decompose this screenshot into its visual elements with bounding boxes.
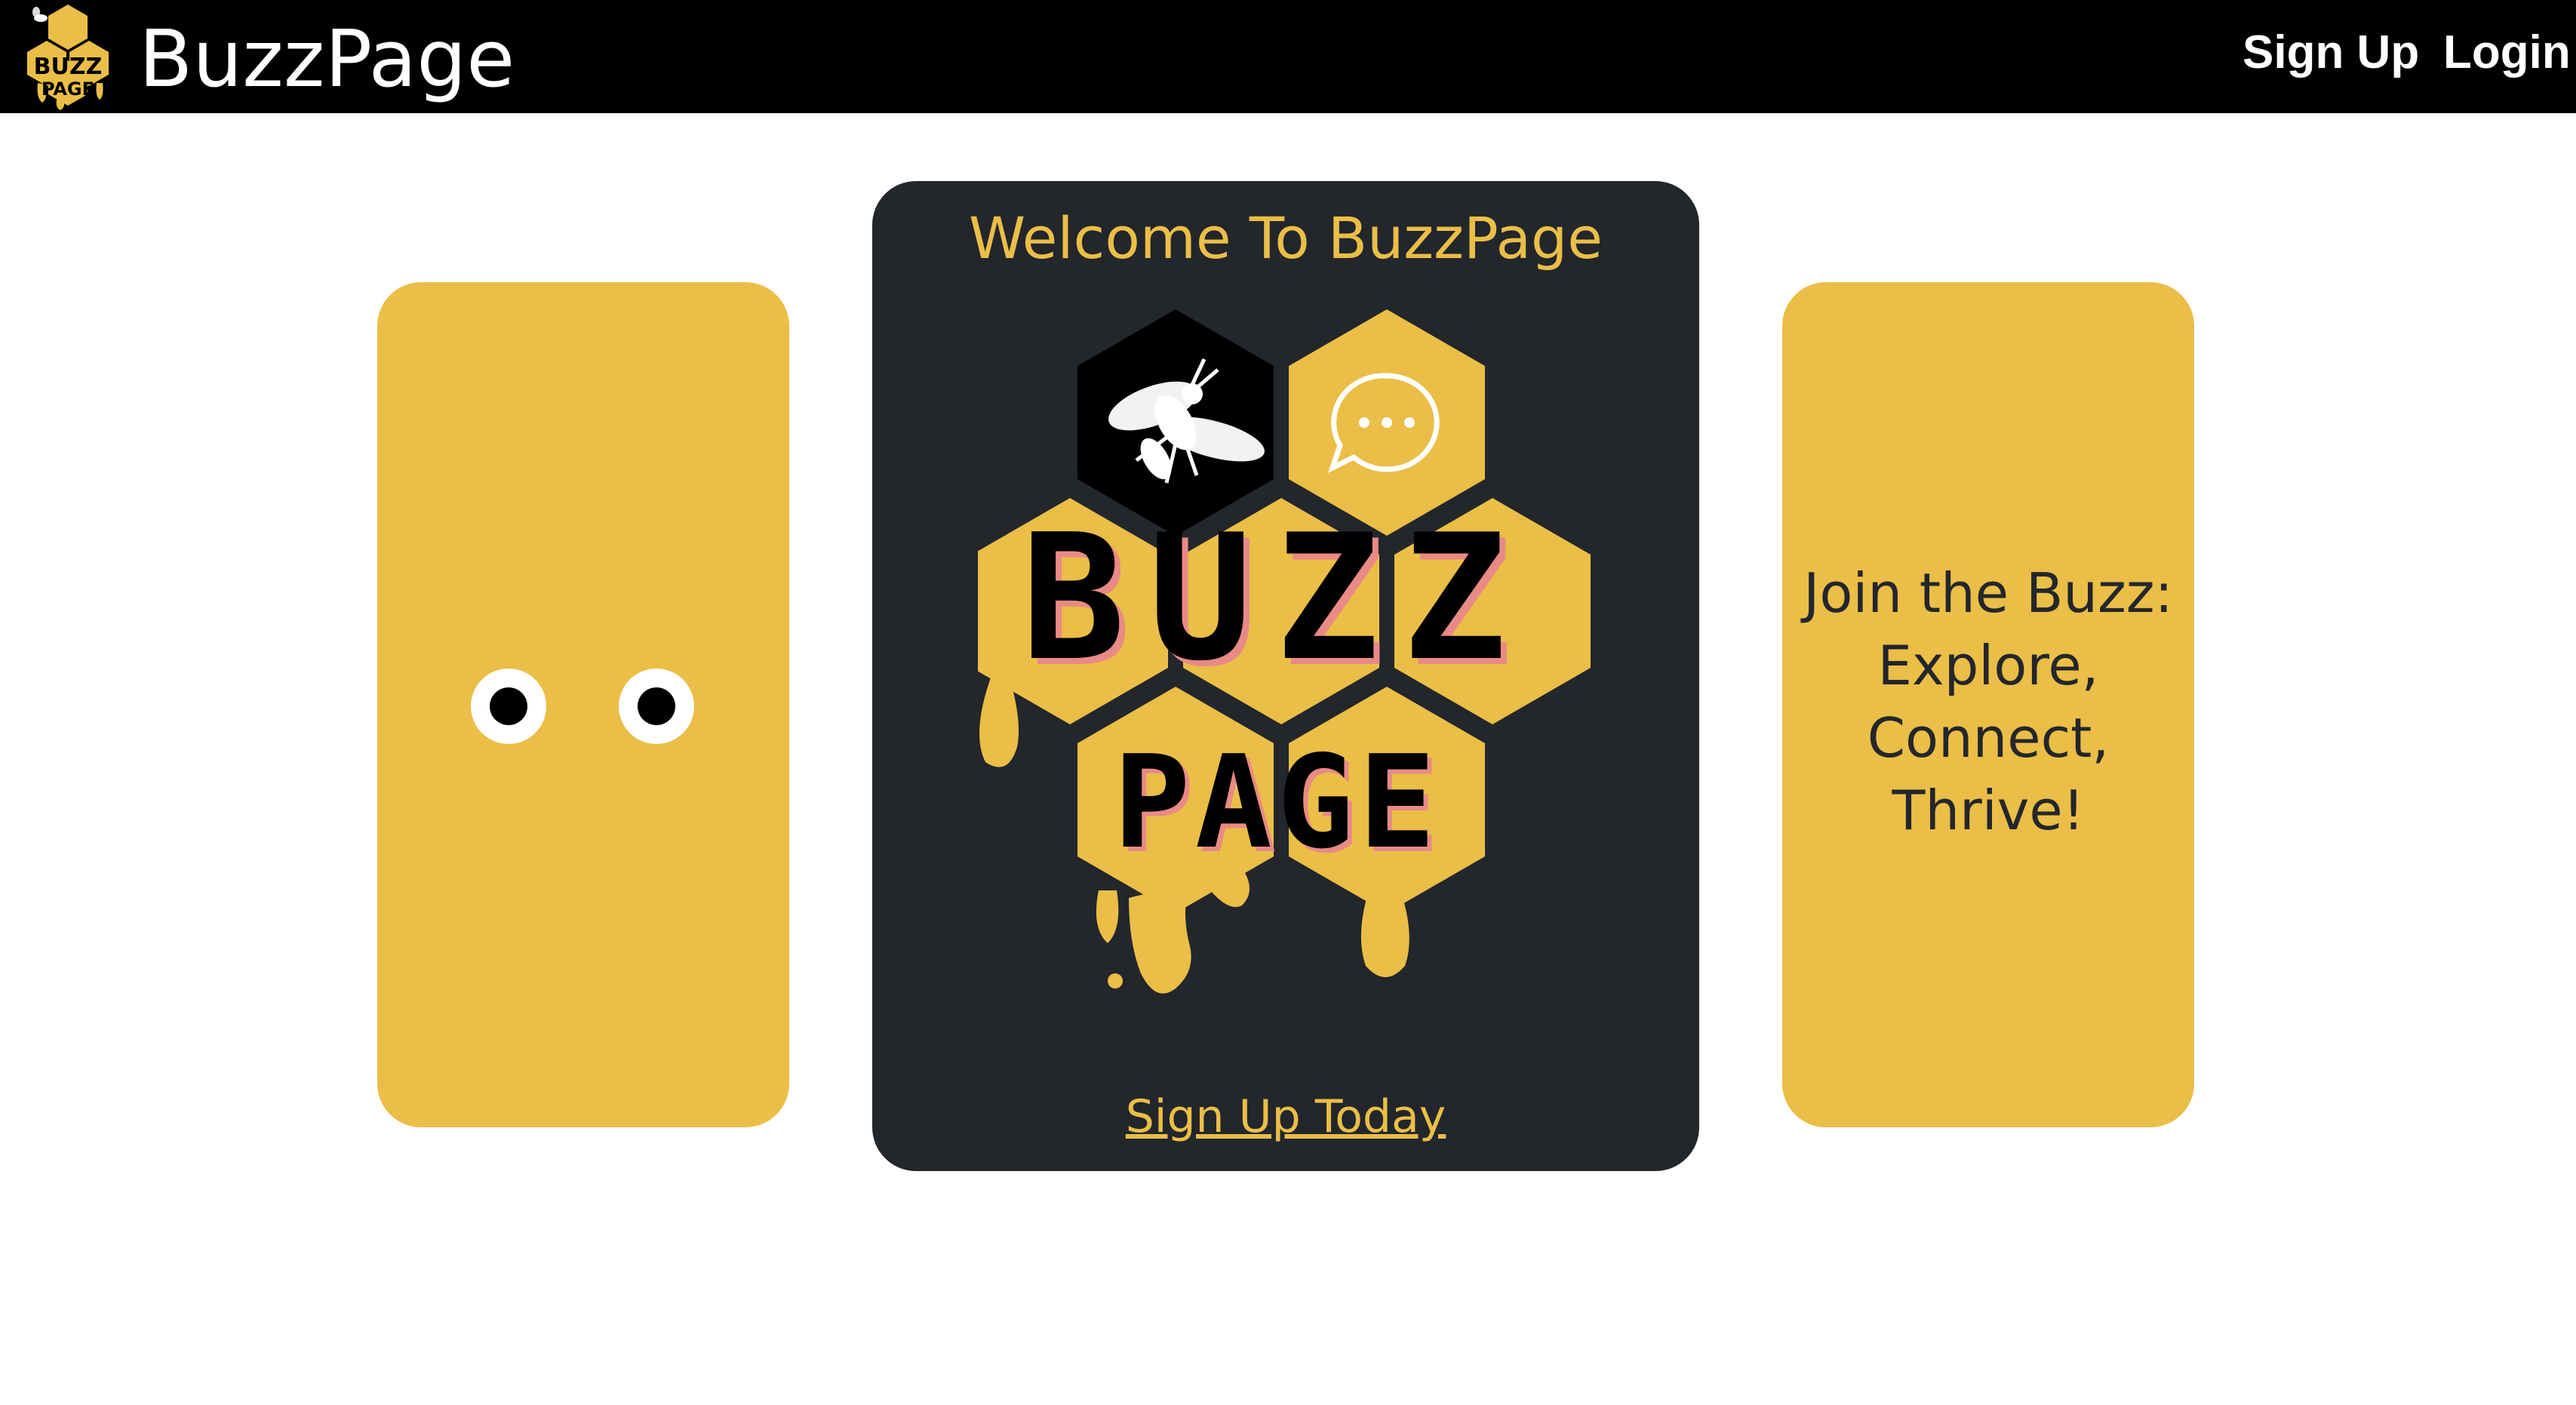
svg-text:BUZZ: BUZZ — [34, 54, 103, 80]
tagline-card: Join the Buzz: Explore, Connect, Thrive! — [1782, 282, 2194, 1127]
nav-signup-link[interactable]: Sign Up — [2242, 23, 2419, 83]
navbar: BUZZ PAGE BuzzPage Sign Up Login — [0, 0, 2576, 113]
brand-name[interactable]: BuzzPage — [139, 14, 515, 104]
right-pupil — [638, 687, 675, 725]
left-eye-icon — [471, 669, 546, 744]
tagline-line: Explore, — [1877, 634, 2099, 697]
tagline-text: Join the Buzz: Explore, Connect, Thrive! — [1782, 557, 2194, 847]
right-eye-icon — [619, 669, 694, 744]
tagline-line: Join the Buzz: — [1803, 561, 2173, 625]
signup-today-link[interactable]: Sign Up Today — [872, 1087, 1699, 1147]
welcome-card: Welcome To BuzzPage BUZZ BUZZ PAGE PAGE … — [872, 181, 1699, 1171]
buzzpage-logo-icon[interactable]: BUZZ PAGE — [15, 2, 121, 112]
logo-text-page: PAGE — [1113, 728, 1440, 878]
tagline-line: Connect, — [1867, 706, 2110, 770]
welcome-title: Welcome To BuzzPage — [968, 204, 1603, 272]
eyes-card — [377, 282, 789, 1127]
logo-text-buzz: BUZZ — [1021, 498, 1529, 699]
tagline-line: Thrive! — [1892, 779, 2085, 842]
left-pupil — [490, 687, 527, 725]
nav-login-link[interactable]: Login — [2443, 23, 2571, 83]
buzzpage-honeycomb-logo: BUZZ BUZZ PAGE PAGE — [978, 309, 1591, 994]
svg-text:PAGE: PAGE — [41, 78, 94, 100]
